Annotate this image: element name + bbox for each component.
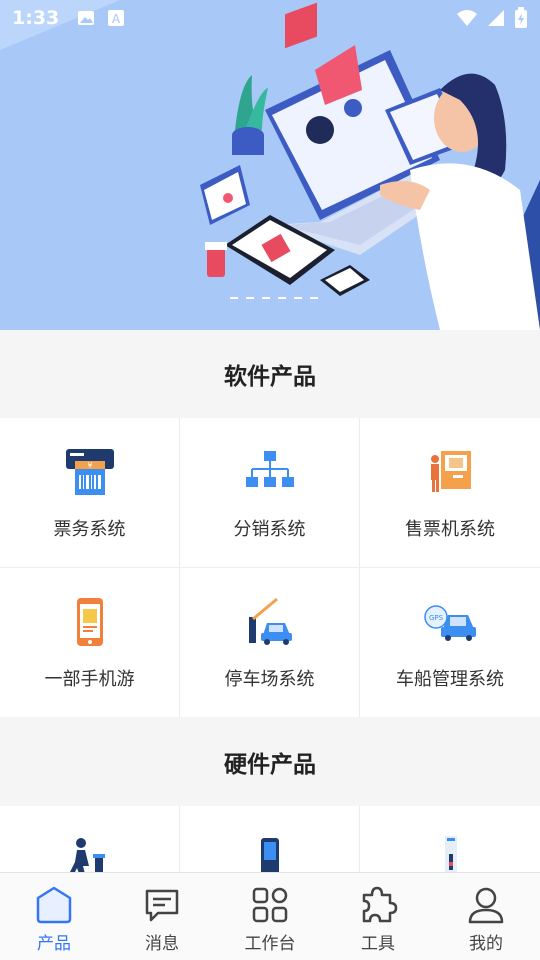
tab-label: 我的 (469, 934, 503, 954)
product-label: 售票机系统 (405, 518, 495, 540)
battery-charging-icon (515, 7, 527, 28)
gps-car-icon: GPS (424, 604, 476, 641)
product-label: 票务系统 (53, 518, 126, 540)
hardware-section-title: 硬件产品 (0, 718, 540, 806)
tab-workbench[interactable]: 工作台 (216, 873, 324, 960)
tab-label: 工具 (361, 934, 395, 954)
product-label: 分销系统 (233, 518, 306, 540)
product-ticketing[interactable]: ¥ 票务系统 (0, 418, 180, 567)
wifi-icon (457, 10, 477, 26)
tab-mine[interactable]: 我的 (432, 873, 540, 960)
hardware-item[interactable] (0, 806, 180, 874)
handheld-terminal-icon (260, 838, 279, 874)
product-distribution[interactable]: 分销系统 (180, 418, 360, 567)
tab-label: 消息 (145, 934, 179, 954)
tab-label: 产品 (37, 934, 71, 954)
tab-label: 工作台 (244, 934, 296, 954)
grid-icon (252, 887, 288, 923)
puzzle-icon (362, 886, 398, 923)
product-label: 停车场系统 (224, 668, 315, 690)
product-mobile-travel[interactable]: 一部手机游 (0, 568, 180, 717)
hardware-grid (0, 806, 540, 874)
product-vehicle-vessel[interactable]: GPS 车船管理系统 (360, 568, 540, 717)
status-time: 1:33 (12, 7, 60, 29)
turnstile-walker-icon (68, 838, 105, 874)
gate-post-icon (445, 836, 457, 874)
software-section-title: 软件产品 (0, 330, 540, 418)
svg-text:GPS: GPS (429, 614, 444, 622)
org-tree-icon (245, 450, 294, 487)
banner[interactable] (0, 0, 540, 330)
software-grid: ¥ 票务系统 分销系统 售票机系统 一部手机游 停车场系统 GPS 车船管理系统 (0, 418, 540, 717)
product-label: 一部手机游 (44, 668, 135, 690)
hardware-item[interactable] (180, 806, 360, 874)
product-ticket-machine[interactable]: 售票机系统 (360, 418, 540, 567)
product-parking[interactable]: 停车场系统 (180, 568, 360, 717)
image-notification-icon (78, 11, 95, 25)
svg-text:¥: ¥ (87, 461, 92, 470)
home-icon (36, 886, 72, 924)
hardware-item[interactable] (360, 806, 540, 874)
parking-barrier-icon (248, 597, 292, 645)
telemedicine-illustration (0, 0, 540, 330)
text-notification-icon: A (108, 10, 125, 26)
signal-icon (488, 10, 504, 26)
message-icon (145, 889, 179, 922)
user-icon (468, 887, 504, 924)
mobile-phone-icon (76, 597, 103, 646)
product-label: 车船管理系统 (396, 668, 504, 690)
bottom-tab-bar: 产品 消息 工作台 工具 我的 (0, 872, 540, 960)
tab-tools[interactable]: 工具 (324, 873, 432, 960)
tab-products[interactable]: 产品 (0, 873, 108, 960)
status-bar: 1:33 A (0, 0, 540, 36)
ticket-printer-icon: ¥ (65, 448, 114, 495)
ticket-machine-icon (431, 450, 471, 492)
svg-text:A: A (112, 12, 121, 26)
tab-messages[interactable]: 消息 (108, 873, 216, 960)
